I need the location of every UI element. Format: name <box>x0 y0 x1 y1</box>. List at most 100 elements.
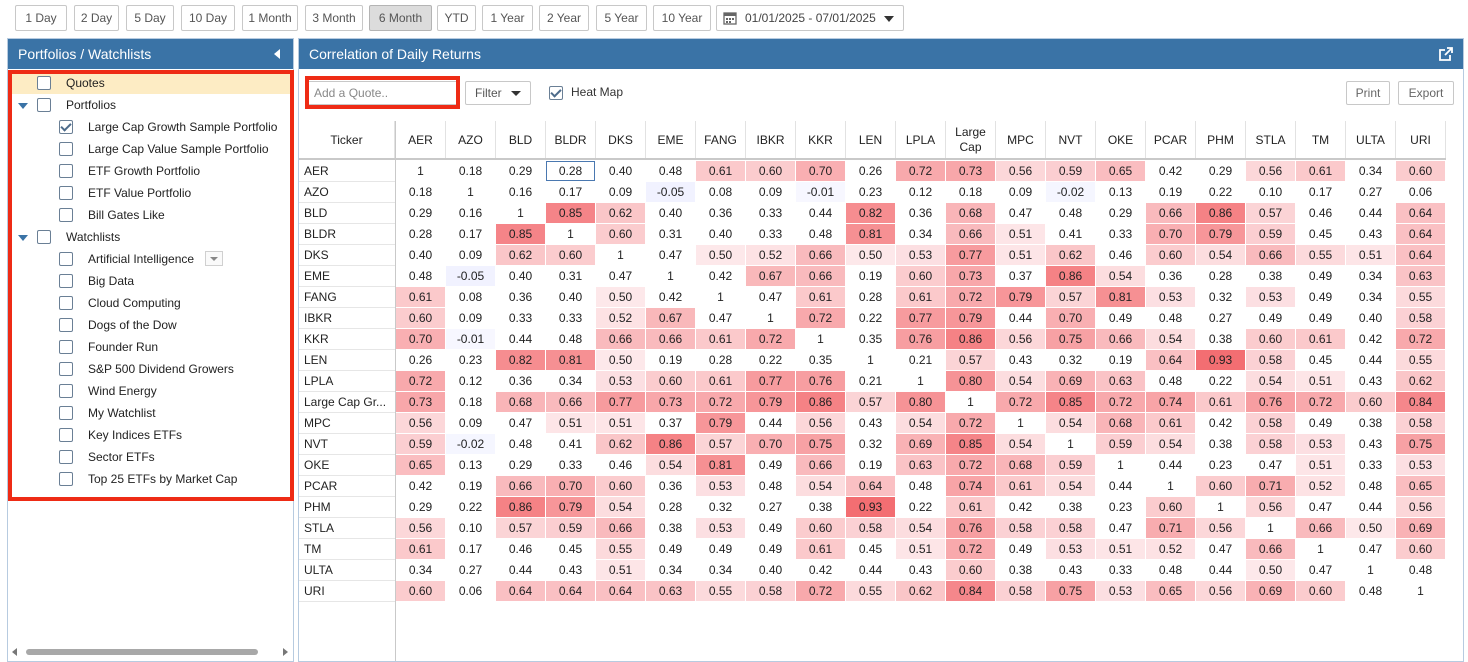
row-ticker-label[interactable]: LPLA <box>299 371 395 392</box>
correlation-cell[interactable]: 0.57 <box>946 350 995 370</box>
correlation-cell[interactable]: 0.60 <box>396 581 445 601</box>
correlation-cell[interactable]: 0.73 <box>946 161 995 181</box>
correlation-cell[interactable]: 0.58 <box>846 518 895 538</box>
popout-icon[interactable] <box>1439 47 1453 61</box>
correlation-cell[interactable]: 0.68 <box>996 455 1045 475</box>
correlation-cell[interactable]: 0.09 <box>446 308 495 328</box>
correlation-cell[interactable]: 0.60 <box>1346 392 1395 412</box>
correlation-cell[interactable]: 0.72 <box>946 455 995 475</box>
correlation-cell[interactable]: 0.66 <box>546 392 595 412</box>
correlation-cell[interactable]: 0.53 <box>1046 539 1095 559</box>
correlation-cell[interactable]: 0.51 <box>1096 539 1145 559</box>
column-header[interactable]: PHM <box>1196 121 1246 159</box>
correlation-cell[interactable]: 0.44 <box>496 329 545 349</box>
column-header[interactable]: DKS <box>596 121 646 159</box>
correlation-cell[interactable]: 0.45 <box>1296 350 1345 370</box>
correlation-cell[interactable]: -0.01 <box>796 182 845 202</box>
correlation-cell[interactable]: 0.48 <box>1146 371 1195 391</box>
correlation-cell[interactable]: 0.22 <box>446 497 495 517</box>
correlation-cell[interactable]: 1 <box>696 287 745 307</box>
correlation-cell[interactable]: 0.28 <box>646 497 695 517</box>
correlation-cell[interactable]: 0.51 <box>996 245 1045 265</box>
correlation-cell[interactable]: 0.66 <box>796 455 845 475</box>
correlation-cell[interactable]: 0.43 <box>896 560 945 580</box>
correlation-cell[interactable]: 0.79 <box>1196 224 1245 244</box>
correlation-cell[interactable]: 0.34 <box>1346 266 1395 286</box>
correlation-cell[interactable]: 0.58 <box>996 581 1045 601</box>
column-header[interactable]: EME <box>646 121 696 159</box>
correlation-cell[interactable]: 0.08 <box>696 182 745 202</box>
correlation-cell[interactable]: 1 <box>546 224 595 244</box>
correlation-cell[interactable]: 0.19 <box>446 476 495 496</box>
row-ticker-label[interactable]: MPC <box>299 413 395 434</box>
correlation-cell[interactable]: 0.40 <box>396 245 445 265</box>
correlation-cell[interactable]: 0.86 <box>646 434 695 454</box>
row-ticker-label[interactable]: Large Cap Gr... <box>299 392 395 413</box>
correlation-cell[interactable]: 0.66 <box>796 266 845 286</box>
correlation-cell[interactable]: 0.69 <box>1246 581 1295 601</box>
correlation-cell[interactable]: 0.81 <box>1096 287 1145 307</box>
correlation-cell[interactable]: 0.84 <box>946 581 995 601</box>
correlation-cell[interactable]: 0.70 <box>1146 224 1195 244</box>
correlation-cell[interactable]: 0.54 <box>1146 329 1195 349</box>
correlation-cell[interactable]: 0.65 <box>396 455 445 475</box>
correlation-cell[interactable]: 0.22 <box>1196 371 1245 391</box>
correlation-cell[interactable]: 0.60 <box>1246 329 1295 349</box>
correlation-cell[interactable]: 0.42 <box>796 560 845 580</box>
correlation-cell[interactable]: 0.43 <box>1346 434 1395 454</box>
correlation-cell[interactable]: 0.69 <box>896 434 945 454</box>
correlation-cell[interactable]: 0.22 <box>896 497 945 517</box>
correlation-cell[interactable]: 0.67 <box>646 308 695 328</box>
correlation-cell[interactable]: 0.59 <box>1046 161 1095 181</box>
correlation-cell[interactable]: 0.51 <box>896 539 945 559</box>
correlation-cell[interactable]: 0.50 <box>846 245 895 265</box>
correlation-cell[interactable]: 0.60 <box>596 476 645 496</box>
correlation-cell[interactable]: 0.55 <box>696 581 745 601</box>
correlation-cell[interactable]: 0.45 <box>1296 224 1345 244</box>
correlation-cell[interactable]: 0.26 <box>846 161 895 181</box>
correlation-cell[interactable]: 0.51 <box>546 413 595 433</box>
correlation-cell[interactable]: 0.42 <box>996 497 1045 517</box>
correlation-cell[interactable]: 0.40 <box>496 266 545 286</box>
correlation-cell[interactable]: 0.09 <box>746 182 795 202</box>
column-header[interactable]: OKE <box>1096 121 1146 159</box>
correlation-cell[interactable]: 0.58 <box>1246 350 1295 370</box>
correlation-cell[interactable]: 0.60 <box>1296 581 1345 601</box>
column-header[interactable]: Large Cap <box>946 121 996 159</box>
correlation-cell[interactable]: 0.56 <box>1196 581 1245 601</box>
correlation-cell[interactable]: 0.84 <box>1396 392 1445 412</box>
correlation-cell[interactable]: 0.47 <box>646 245 695 265</box>
correlation-cell[interactable]: 0.66 <box>1246 539 1295 559</box>
correlation-cell[interactable]: 0.54 <box>996 434 1045 454</box>
correlation-cell[interactable]: 0.56 <box>1246 497 1295 517</box>
correlation-cell[interactable]: 0.77 <box>596 392 645 412</box>
correlation-cell[interactable]: 0.50 <box>696 245 745 265</box>
column-header[interactable]: BLD <box>496 121 546 159</box>
correlation-cell[interactable]: 1 <box>946 392 995 412</box>
correlation-cell[interactable]: 0.53 <box>896 245 945 265</box>
correlation-cell[interactable]: 0.28 <box>396 224 445 244</box>
row-ticker-label[interactable]: PHM <box>299 497 395 518</box>
row-ticker-label[interactable]: EME <box>299 266 395 287</box>
correlation-cell[interactable]: 0.65 <box>1146 581 1195 601</box>
correlation-cell[interactable]: 0.66 <box>596 518 645 538</box>
correlation-cell[interactable]: 0.76 <box>896 329 945 349</box>
correlation-cell[interactable]: 0.58 <box>1046 518 1095 538</box>
correlation-cell[interactable]: 0.59 <box>396 434 445 454</box>
correlation-cell[interactable]: 0.44 <box>1096 476 1145 496</box>
correlation-cell[interactable]: 0.66 <box>1246 245 1295 265</box>
row-ticker-label[interactable]: NVT <box>299 434 395 455</box>
correlation-cell[interactable]: 0.58 <box>996 518 1045 538</box>
column-header[interactable]: AER <box>396 121 446 159</box>
correlation-cell[interactable]: 0.09 <box>446 413 495 433</box>
correlation-cell[interactable]: 0.63 <box>646 581 695 601</box>
correlation-cell[interactable]: 0.70 <box>746 434 795 454</box>
row-ticker-label[interactable]: AER <box>299 161 395 182</box>
correlation-cell[interactable]: 0.79 <box>546 497 595 517</box>
correlation-cell[interactable]: 0.16 <box>446 203 495 223</box>
correlation-cell[interactable]: 0.44 <box>1346 497 1395 517</box>
correlation-cell[interactable]: 0.42 <box>1146 161 1195 181</box>
correlation-cell[interactable]: 0.54 <box>996 371 1045 391</box>
row-ticker-label[interactable]: URI <box>299 581 395 602</box>
correlation-cell[interactable]: 0.77 <box>946 245 995 265</box>
